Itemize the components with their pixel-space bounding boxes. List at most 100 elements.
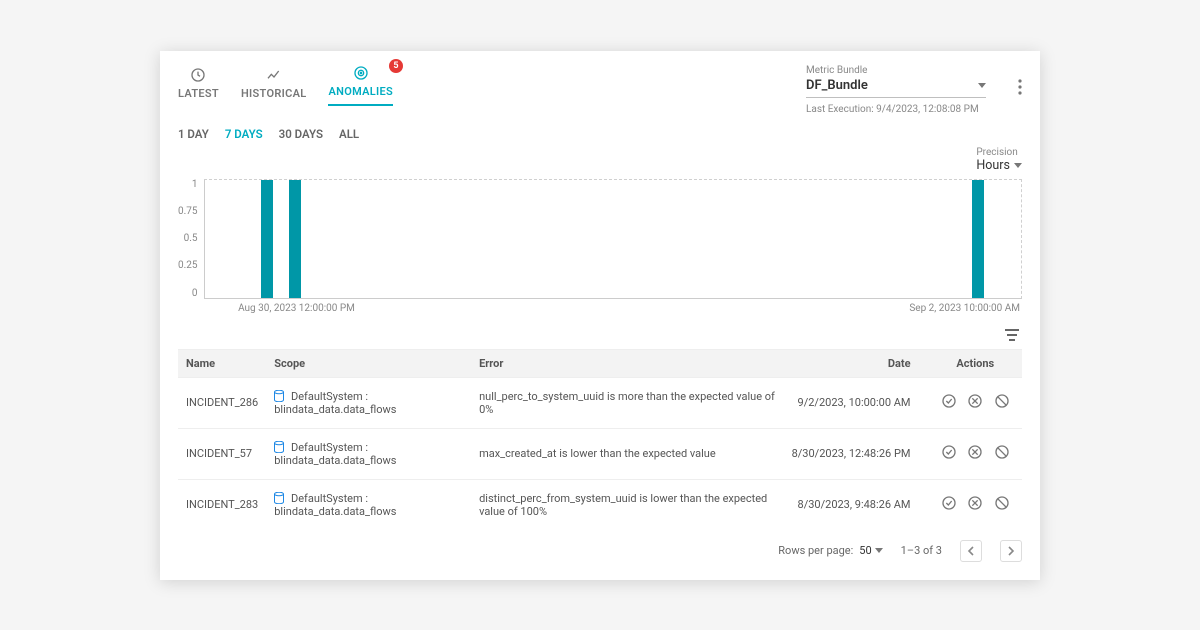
metric-bundle-label: Metric Bundle [806,65,986,76]
col-name[interactable]: Name [178,349,266,377]
cell-name: INCIDENT_286 [178,377,266,428]
col-scope[interactable]: Scope [266,349,471,377]
database-icon [274,492,284,504]
more-menu-button[interactable] [1018,65,1022,95]
range-30days[interactable]: 30 DAYS [279,127,323,141]
tab-latest-label: LATEST [178,87,219,100]
check-circle-icon [941,495,957,511]
approve-button[interactable] [941,444,957,460]
range-1day[interactable]: 1 DAY [178,127,209,141]
chart-x-axis: Aug 30, 2023 12:00:00 PM Sep 2, 2023 10:… [204,299,1023,314]
chevron-left-icon [967,546,975,556]
chart-plot-area: Aug 30, 2023 12:00:00 PM Sep 2, 2023 10:… [204,175,1023,314]
table-toolbar [178,328,1022,345]
cell-actions [929,377,1022,428]
anomalies-count-badge: 5 [389,59,403,73]
prev-page-button[interactable] [960,540,982,562]
filter-icon [1004,328,1020,342]
chevron-down-icon [978,83,986,88]
filter-button[interactable] [1004,328,1020,345]
cell-actions [929,479,1022,530]
page-range-text: 1–3 of 3 [901,544,942,557]
reject-button[interactable] [967,495,983,511]
tab-historical[interactable]: HISTORICAL [241,67,307,106]
view-tabs: LATEST HISTORICAL ANOMALIES 5 [178,65,393,106]
tab-anomalies-wrap: ANOMALIES 5 [328,65,393,106]
table-row[interactable]: INCIDENT_57 DefaultSystem : blindata_dat… [178,428,1022,479]
col-date[interactable]: Date [784,349,929,377]
precision-row: Precision Hours [178,147,1022,173]
cell-date: 9/2/2023, 10:00:00 AM [784,377,929,428]
more-vertical-icon [1018,79,1022,95]
last-execution-text: Last Execution: 9/4/2023, 12:08:08 PM [806,104,986,115]
check-circle-icon [941,393,957,409]
col-error[interactable]: Error [471,349,784,377]
table-row[interactable]: INCIDENT_283 DefaultSystem : blindata_da… [178,479,1022,530]
check-circle-icon [941,444,957,460]
chevron-right-icon [1007,546,1015,556]
dismiss-button[interactable] [994,495,1010,511]
cell-date: 8/30/2023, 9:48:26 AM [784,479,929,530]
chart-bar [972,180,984,298]
chart-bar [289,180,301,298]
chart-plot[interactable] [204,179,1023,299]
precision-label: Precision [976,147,1022,158]
database-icon [274,390,284,402]
y-tick: 1 [192,179,198,190]
y-tick: 0 [192,288,198,299]
cell-date: 8/30/2023, 12:48:26 PM [784,428,929,479]
y-tick: 0.25 [178,260,198,271]
table-row[interactable]: INCIDENT_286 DefaultSystem : blindata_da… [178,377,1022,428]
time-range-selector: 1 DAY 7 DAYS 30 DAYS ALL [178,127,1022,141]
precision-value: Hours [976,158,1010,173]
x-circle-icon [967,495,983,511]
cell-error: null_perc_to_system_uuid is more than th… [471,377,784,428]
rows-per-page-value: 50 [859,544,871,557]
tab-anomalies-label: ANOMALIES [328,85,393,98]
reject-button[interactable] [967,444,983,460]
cell-error: max_created_at is lower than the expecte… [471,428,784,479]
cell-name: INCIDENT_57 [178,428,266,479]
chevron-down-icon [1014,163,1022,168]
metric-bundle-selector: Metric Bundle DF_Bundle Last Execution: … [806,65,986,115]
dismiss-button[interactable] [994,393,1010,409]
target-icon [353,65,369,81]
dismiss-button[interactable] [994,444,1010,460]
approve-button[interactable] [941,495,957,511]
y-tick: 0.5 [184,233,198,244]
precision-selector[interactable]: Precision Hours [976,147,1022,173]
no-entry-icon [994,444,1010,460]
clock-icon [190,67,206,83]
metric-bundle-dropdown[interactable]: DF_Bundle [806,76,986,98]
incidents-table: Name Scope Error Date Actions INCIDENT_2… [178,349,1022,530]
table-pagination: Rows per page: 50 1–3 of 3 [178,540,1022,562]
next-page-button[interactable] [1000,540,1022,562]
cell-name: INCIDENT_283 [178,479,266,530]
y-tick: 0.75 [178,206,198,217]
no-entry-icon [994,393,1010,409]
metric-bundle-value: DF_Bundle [806,78,868,93]
anomaly-chart: 1 0.75 0.5 0.25 0 Aug 30, 2023 12:00:00 … [178,175,1022,314]
col-actions: Actions [929,349,1022,377]
x-tick-start: Aug 30, 2023 12:00:00 PM [238,303,355,314]
rows-per-page-label: Rows per page: [778,544,853,557]
rows-per-page-selector[interactable]: 50 [859,544,882,557]
x-circle-icon [967,393,983,409]
trend-icon [266,67,282,83]
reject-button[interactable] [967,393,983,409]
header-row: LATEST HISTORICAL ANOMALIES 5 Metric Bun… [178,65,1022,115]
range-7days[interactable]: 7 DAYS [225,127,263,141]
cell-actions [929,428,1022,479]
x-tick-end: Sep 2, 2023 10:00:00 AM [909,303,1020,314]
no-entry-icon [994,495,1010,511]
range-all[interactable]: ALL [339,127,359,141]
anomalies-panel: LATEST HISTORICAL ANOMALIES 5 Metric Bun… [160,51,1040,580]
cell-scope: DefaultSystem : blindata_data.data_flows [266,428,471,479]
approve-button[interactable] [941,393,957,409]
cell-error: distinct_perc_from_system_uuid is lower … [471,479,784,530]
chart-bar [261,180,273,298]
chevron-down-icon [875,548,883,553]
tab-anomalies[interactable]: ANOMALIES [328,65,393,106]
tab-latest[interactable]: LATEST [178,67,219,106]
tab-historical-label: HISTORICAL [241,87,307,100]
